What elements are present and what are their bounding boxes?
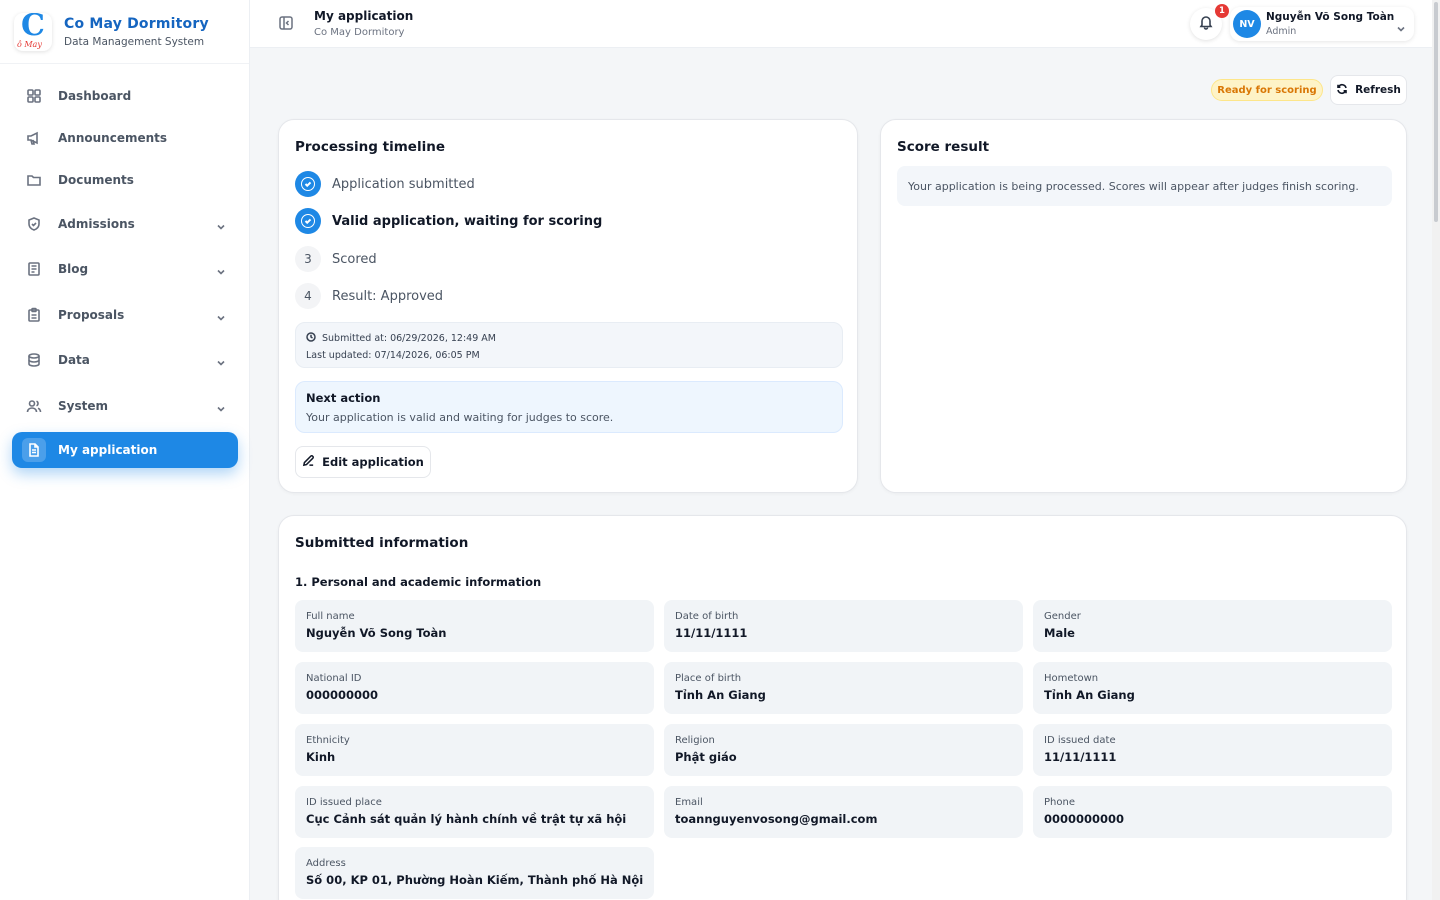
newspaper-icon — [25, 260, 43, 278]
field-full-name: Full name Nguyễn Võ Song Toàn — [295, 600, 654, 652]
chevron-down-icon — [216, 308, 226, 321]
timeline-step-current: Valid application, waiting for scoring — [295, 208, 602, 234]
database-icon — [25, 351, 43, 369]
sidebar-item-my-application[interactable]: My application — [12, 432, 238, 468]
page-subtitle: Co May Dormitory — [314, 27, 405, 38]
step-number: 3 — [295, 246, 321, 272]
edit-application-button[interactable]: Edit application — [295, 446, 431, 478]
sidebar-item-dashboard[interactable]: Dashboard — [12, 78, 238, 114]
field-phone: Phone 0000000000 — [1033, 786, 1392, 838]
field-address: Address Số 00, KP 01, Phường Hoàn Kiếm, … — [295, 847, 654, 899]
shield-icon — [25, 215, 43, 233]
timeline-step: 3 Scored — [295, 246, 377, 272]
sidebar-item-proposals[interactable]: Proposals — [12, 297, 238, 333]
top-header: My application Co May Dormitory 1 NV Ngu… — [250, 0, 1440, 48]
submitted-title: Submitted information — [295, 535, 469, 551]
avatar: NV — [1233, 10, 1261, 38]
field-ethnicity: Ethnicity Kinh — [295, 724, 654, 776]
chevron-down-icon — [216, 399, 226, 412]
clock-icon — [306, 332, 322, 345]
page-scrollbar[interactable] — [1432, 0, 1440, 900]
page-title: My application — [314, 9, 414, 23]
sidebar-item-admissions[interactable]: Admissions — [12, 206, 238, 242]
grid-icon — [25, 87, 43, 105]
sidebar-item-announcements[interactable]: Announcements — [12, 120, 238, 156]
users-icon — [25, 397, 43, 415]
megaphone-icon — [25, 129, 43, 147]
step-number: 4 — [295, 283, 321, 309]
field-national-id: National ID 000000000 — [295, 662, 654, 714]
chevron-down-icon — [1396, 19, 1406, 38]
notification-count-badge: 1 — [1215, 4, 1229, 18]
status-badge: Ready for scoring — [1211, 79, 1323, 101]
folder-icon — [25, 171, 43, 189]
sidebar-item-system[interactable]: System — [12, 388, 238, 424]
pencil-icon — [302, 454, 322, 470]
chevron-down-icon — [216, 353, 226, 366]
check-circle-icon — [295, 171, 321, 197]
user-name: Nguyễn Võ Song Toàn — [1266, 11, 1395, 23]
section-heading: 1. Personal and academic information — [295, 575, 542, 589]
next-action-box: Next action Your application is valid an… — [295, 381, 843, 433]
file-text-icon — [22, 438, 46, 462]
timestamps-box: Submitted at: 06/29/2026, 12:49 AM Last … — [295, 322, 843, 368]
user-role: Admin — [1266, 26, 1297, 37]
chevron-down-icon — [216, 262, 226, 275]
brand-title: Co May Dormitory — [64, 15, 209, 32]
sidebar-item-data[interactable]: Data — [12, 342, 238, 378]
submitted-information-card: Submitted information 1. Personal and ac… — [278, 515, 1407, 900]
field-religion: Religion Phật giáo — [664, 724, 1023, 776]
user-menu[interactable]: NV Nguyễn Võ Song Toàn Admin — [1230, 7, 1414, 41]
field-gender: Gender Male — [1033, 600, 1392, 652]
field-date-of-birth: Date of birth 11/11/1111 — [664, 600, 1023, 652]
submitted-at: Submitted at: 06/29/2026, 12:49 AM — [322, 333, 496, 344]
brand-subtitle: Data Management System — [64, 35, 205, 48]
score-message: Your application is being processed. Sco… — [897, 166, 1392, 206]
clipboard-icon — [25, 306, 43, 324]
brand: C ô May Co May Dormitory Data Management… — [0, 0, 249, 64]
refresh-icon — [1336, 83, 1355, 98]
score-result-card: Score result Your application is being p… — [880, 119, 1407, 493]
field-id-issued-date: ID issued date 11/11/1111 — [1033, 724, 1392, 776]
processing-timeline-card: Processing timeline Application submitte… — [278, 119, 858, 493]
field-hometown: Hometown Tỉnh An Giang — [1033, 662, 1392, 714]
timeline-step: 4 Result: Approved — [295, 283, 443, 309]
sidebar-toggle-icon[interactable] — [278, 15, 296, 33]
field-id-issued-place: ID issued place Cục Cảnh sát quản lý hàn… — [295, 786, 654, 838]
scrollbar-thumb[interactable] — [1434, 2, 1438, 222]
bell-icon — [1198, 14, 1214, 34]
refresh-button[interactable]: Refresh — [1330, 75, 1407, 105]
timeline-step: Application submitted — [295, 171, 475, 197]
sidebar-item-documents[interactable]: Documents — [12, 162, 238, 198]
field-place-of-birth: Place of birth Tỉnh An Giang — [664, 662, 1023, 714]
timeline-title: Processing timeline — [295, 139, 445, 155]
field-email: Email toannguyenvosong@gmail.com — [664, 786, 1023, 838]
score-title: Score result — [897, 139, 990, 155]
sidebar-item-blog[interactable]: Blog — [12, 251, 238, 287]
chevron-down-icon — [216, 217, 226, 230]
sidebar: C ô May Co May Dormitory Data Management… — [0, 0, 250, 900]
last-updated: Last updated: 07/14/2026, 06:05 PM — [306, 350, 480, 361]
check-circle-icon — [295, 208, 321, 234]
notifications-button[interactable]: 1 — [1190, 4, 1229, 40]
brand-logo: C ô May — [14, 12, 52, 51]
